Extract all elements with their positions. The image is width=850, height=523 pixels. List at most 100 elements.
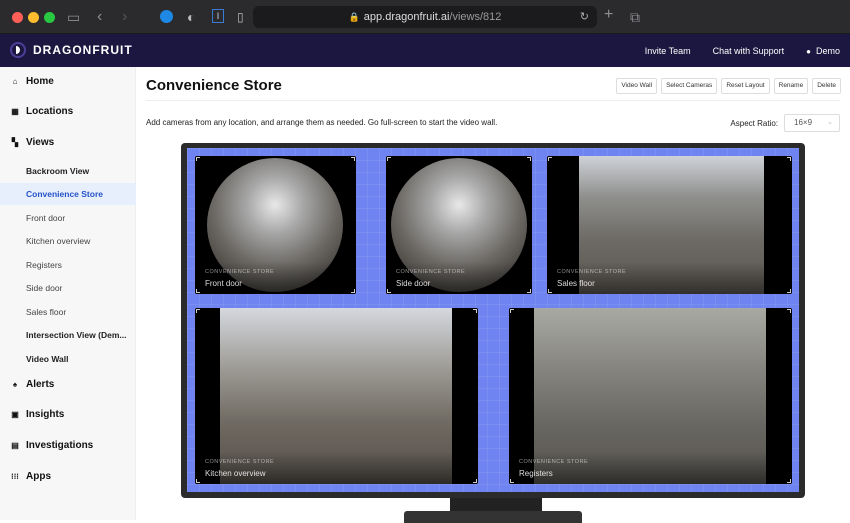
view-item-convenience-store[interactable]: Convenience Store: [0, 183, 136, 205]
main-content: Convenience Store Video Wall Select Came…: [137, 67, 850, 523]
resize-handle[interactable]: [196, 289, 200, 293]
select-cameras-button[interactable]: Select Cameras: [661, 78, 718, 94]
tile-overlay: [195, 262, 356, 294]
resize-handle[interactable]: [351, 289, 355, 293]
new-tab-icon[interactable]: +: [604, 7, 613, 23]
grid-icon: ▚: [11, 138, 19, 147]
divider: [146, 100, 840, 101]
invite-team-link[interactable]: Invite Team: [645, 46, 691, 56]
view-item-video-wall[interactable]: Video Wall: [0, 348, 136, 370]
resize-handle[interactable]: [510, 479, 514, 483]
view-item-intersection[interactable]: Intersection View (Dem...: [0, 324, 136, 346]
sidebar-item-insights[interactable]: ▣ Insights: [10, 409, 64, 420]
user-name: Demo: [815, 45, 840, 56]
close-window-button[interactable]: [12, 12, 23, 23]
home-icon: ⌂: [12, 77, 18, 86]
camera-tile-side-door[interactable]: CONVENIENCE STORE Side door: [386, 156, 532, 294]
resize-handle[interactable]: [473, 479, 477, 483]
reset-layout-button[interactable]: Reset Layout: [721, 78, 770, 94]
sidebar-item-home[interactable]: ⌂ Home: [10, 76, 54, 87]
resize-handle[interactable]: [527, 157, 531, 161]
resize-handle[interactable]: [473, 309, 477, 313]
camera-tile-sales-floor[interactable]: CONVENIENCE STORE Sales floor: [547, 156, 792, 294]
tabs-overview-icon[interactable]: ⧉: [630, 9, 640, 25]
extension-icon[interactable]: ▯: [237, 9, 244, 25]
view-item-kitchen-overview[interactable]: Kitchen overview: [0, 230, 136, 252]
page-description: Add cameras from any location, and arran…: [146, 118, 498, 127]
sidebar-item-locations[interactable]: ▦ Locations: [10, 106, 73, 117]
tile-overlay: [195, 452, 478, 484]
resize-handle[interactable]: [196, 157, 200, 161]
tile-location: CONVENIENCE STORE: [557, 269, 627, 275]
sidebar-item-alerts[interactable]: ♠ Alerts: [10, 379, 54, 390]
resize-handle[interactable]: [548, 289, 552, 293]
user-menu[interactable]: ● Demo: [806, 46, 840, 56]
resize-handle[interactable]: [196, 309, 200, 313]
bitwarden-icon[interactable]: I: [212, 9, 224, 23]
view-item-registers[interactable]: Registers: [0, 254, 136, 276]
camera-tile-front-door[interactable]: CONVENIENCE STORE Front door: [195, 156, 356, 294]
view-item-backroom[interactable]: Backroom View: [0, 160, 136, 182]
sidebar-toggle-icon[interactable]: ▭: [67, 9, 80, 25]
sidebar-item-apps[interactable]: ⁝⁝⁝ Apps: [10, 471, 51, 482]
chat-support-link[interactable]: Chat with Support: [713, 46, 785, 56]
sidebar-item-label: Alerts: [26, 379, 55, 390]
video-wall-monitor: CONVENIENCE STORE Front door CONVENIENCE…: [181, 143, 805, 498]
tile-overlay: [509, 452, 792, 484]
view-item-sales-floor[interactable]: Sales floor: [0, 301, 136, 323]
view-item-front-door[interactable]: Front door: [0, 207, 136, 229]
brand-logo[interactable]: DRAGONFRUIT: [10, 42, 133, 58]
sidebar-item-label: Views: [26, 137, 55, 148]
browser-toolbar: ▭ ‹ › ◐ I ▯ 🔒 app.dragonfruit.ai/views/81…: [0, 0, 850, 34]
tile-overlay: [386, 262, 532, 294]
resize-handle[interactable]: [510, 309, 514, 313]
apps-icon: ⁝⁝⁝: [11, 472, 19, 481]
resize-handle[interactable]: [387, 289, 391, 293]
resize-handle[interactable]: [787, 309, 791, 313]
sidebar: ⌂ Home ▦ Locations ▚ Views Backroom View Co…: [0, 67, 136, 520]
sidebar-item-views[interactable]: ▚ Views: [10, 137, 54, 148]
sidebar-item-investigations[interactable]: ▤ Investigations: [10, 440, 93, 451]
video-wall-button[interactable]: Video Wall: [616, 78, 658, 94]
monitor-stand-neck: [450, 498, 542, 512]
video-wall-grid: CONVENIENCE STORE Front door CONVENIENCE…: [187, 148, 799, 492]
maximize-window-button[interactable]: [44, 12, 55, 23]
back-icon[interactable]: ‹: [97, 9, 102, 25]
tile-location: CONVENIENCE STORE: [396, 269, 466, 275]
resize-handle[interactable]: [787, 289, 791, 293]
resize-handle[interactable]: [351, 157, 355, 161]
tile-camera-name: Front door: [205, 279, 242, 288]
rename-button[interactable]: Rename: [773, 78, 809, 94]
tile-location: CONVENIENCE STORE: [205, 459, 275, 465]
resize-handle[interactable]: [548, 157, 552, 161]
address-bar[interactable]: 🔒 app.dragonfruit.ai/views/812 ↻: [253, 6, 597, 28]
tile-camera-name: Registers: [519, 469, 553, 478]
shield-icon[interactable]: ◐: [187, 9, 195, 25]
dragonfruit-logo-icon: [10, 42, 26, 58]
resize-handle[interactable]: [787, 157, 791, 161]
minimize-window-button[interactable]: [28, 12, 39, 23]
brand-name: DRAGONFRUIT: [33, 43, 133, 57]
resize-handle[interactable]: [787, 479, 791, 483]
delete-button[interactable]: Delete: [812, 78, 841, 94]
resize-handle[interactable]: [387, 157, 391, 161]
view-item-side-door[interactable]: Side door: [0, 277, 136, 299]
app-header: DRAGONFRUIT Invite Team Chat with Suppor…: [0, 34, 850, 67]
camera-tile-kitchen-overview[interactable]: CONVENIENCE STORE Kitchen overview: [195, 308, 478, 484]
camera-tile-registers[interactable]: CONVENIENCE STORE Registers: [509, 308, 792, 484]
tile-camera-name: Sales floor: [557, 279, 595, 288]
resize-handle[interactable]: [196, 479, 200, 483]
tile-camera-name: Kitchen overview: [205, 469, 266, 478]
sidebar-item-label: Investigations: [26, 440, 94, 451]
reload-icon[interactable]: ↻: [580, 6, 589, 28]
resize-handle[interactable]: [527, 289, 531, 293]
aspect-ratio-select[interactable]: 16×9 ⌄: [784, 114, 840, 132]
lock-icon: 🔒: [348, 12, 360, 22]
adblock-icon[interactable]: [160, 10, 173, 23]
building-icon: ▦: [11, 107, 19, 116]
sidebar-item-label: Locations: [26, 106, 74, 117]
forward-icon[interactable]: ›: [122, 9, 127, 25]
url-domain: app.dragonfruit.ai: [363, 11, 450, 23]
aspect-ratio-value: 16×9: [794, 118, 813, 127]
url-path: /views/812: [449, 11, 502, 23]
